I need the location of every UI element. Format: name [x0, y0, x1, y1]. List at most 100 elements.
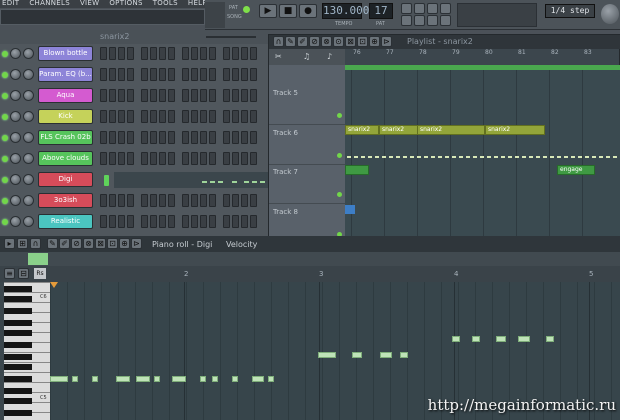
- step-button[interactable]: [118, 152, 125, 165]
- piano-roll-note[interactable]: [496, 336, 506, 342]
- channel-volume-knob[interactable]: [23, 69, 34, 80]
- step-button[interactable]: [109, 131, 116, 144]
- step-button[interactable]: [223, 47, 230, 60]
- channel-mute-led[interactable]: [2, 72, 8, 78]
- step-button[interactable]: [223, 152, 230, 165]
- step-button[interactable]: [141, 47, 148, 60]
- step-button[interactable]: [127, 194, 134, 207]
- step-button[interactable]: [127, 68, 134, 81]
- step-button[interactable]: [150, 47, 157, 60]
- step-button[interactable]: [100, 68, 107, 81]
- step-button[interactable]: [159, 152, 166, 165]
- step-button[interactable]: [118, 68, 125, 81]
- wait-button[interactable]: [414, 3, 425, 14]
- step-button[interactable]: [100, 152, 107, 165]
- pattern-number-display[interactable]: 17: [369, 3, 393, 19]
- step-button[interactable]: [223, 194, 230, 207]
- step-button[interactable]: [232, 89, 239, 102]
- scissors-icon[interactable]: ✂: [275, 52, 282, 61]
- step-button[interactable]: [109, 89, 116, 102]
- step-button[interactable]: [191, 89, 198, 102]
- channel-volume-knob[interactable]: [23, 132, 34, 143]
- black-key[interactable]: [4, 320, 32, 326]
- track-mute-led[interactable]: [337, 113, 342, 118]
- step-button[interactable]: [168, 194, 175, 207]
- step-button[interactable]: [250, 110, 257, 123]
- step-button[interactable]: [159, 89, 166, 102]
- step-button[interactable]: [191, 194, 198, 207]
- step-button[interactable]: [100, 215, 107, 228]
- master-volume-slider[interactable]: [205, 2, 225, 28]
- multilink-button[interactable]: [440, 15, 451, 26]
- step-button[interactable]: [141, 152, 148, 165]
- step-button[interactable]: [182, 194, 189, 207]
- blend-notes-button[interactable]: [414, 15, 425, 26]
- piano-roll-note[interactable]: [452, 336, 460, 342]
- stamp-icon[interactable]: ⊞: [17, 238, 28, 249]
- step-button[interactable]: [250, 89, 257, 102]
- channel-pan-knob[interactable]: [10, 153, 21, 164]
- delete-icon[interactable]: ⊘: [309, 36, 320, 47]
- playlist-track-header[interactable]: Track 6: [269, 125, 345, 165]
- playlist-track-header[interactable]: Track 7: [269, 164, 345, 204]
- step-button[interactable]: [118, 89, 125, 102]
- step-button[interactable]: [150, 215, 157, 228]
- scroll-thumb[interactable]: [28, 253, 48, 265]
- step-button[interactable]: [209, 131, 216, 144]
- pencil-icon[interactable]: ✎: [285, 36, 296, 47]
- channel-button[interactable]: Realistic: [38, 214, 93, 229]
- step-button[interactable]: [168, 110, 175, 123]
- black-key[interactable]: [4, 388, 32, 394]
- step-button[interactable]: [141, 131, 148, 144]
- step-button[interactable]: [100, 194, 107, 207]
- step-button[interactable]: [209, 89, 216, 102]
- step-button[interactable]: [168, 215, 175, 228]
- step-button[interactable]: [241, 47, 248, 60]
- channel-button[interactable]: FLS Crash 02b: [38, 130, 93, 145]
- track-mute-led[interactable]: [337, 153, 342, 158]
- step-button[interactable]: [200, 194, 207, 207]
- step-button[interactable]: [200, 131, 207, 144]
- piano-roll-note[interactable]: [472, 336, 480, 342]
- piano-roll-note[interactable]: [50, 376, 68, 382]
- black-key[interactable]: [4, 330, 32, 336]
- step-button[interactable]: [241, 194, 248, 207]
- step-button[interactable]: [241, 215, 248, 228]
- piano-keyboard[interactable]: C6 C5: [4, 282, 50, 420]
- piano-roll-note[interactable]: [154, 376, 160, 382]
- step-button[interactable]: [232, 215, 239, 228]
- step-button[interactable]: [100, 110, 107, 123]
- step-button[interactable]: [241, 110, 248, 123]
- channel-mute-led[interactable]: [2, 135, 8, 141]
- channel-mute-led[interactable]: [2, 198, 8, 204]
- step-button[interactable]: [109, 152, 116, 165]
- step-button[interactable]: [168, 89, 175, 102]
- paint-brush-icon[interactable]: ✐: [59, 238, 70, 249]
- black-key[interactable]: [4, 308, 32, 314]
- step-button[interactable]: [200, 110, 207, 123]
- step-button[interactable]: [118, 215, 125, 228]
- time-selection-bar[interactable]: [345, 65, 620, 70]
- pattern-clip[interactable]: [345, 165, 369, 175]
- piano-roll-note[interactable]: [212, 376, 218, 382]
- step-button[interactable]: [182, 89, 189, 102]
- step-button[interactable]: [118, 131, 125, 144]
- step-button[interactable]: [241, 89, 248, 102]
- piano-roll-note[interactable]: [200, 376, 206, 382]
- step-button[interactable]: [232, 47, 239, 60]
- step-button[interactable]: [168, 131, 175, 144]
- step-button[interactable]: [182, 110, 189, 123]
- playlist-grid[interactable]: 76 77 78 79 80 81 82 83 snarix2 snarix2 snarix2 sna…: [345, 49, 620, 237]
- black-key[interactable]: [4, 398, 32, 404]
- step-button[interactable]: [209, 47, 216, 60]
- pat-mode-led[interactable]: [243, 6, 250, 13]
- channel-button[interactable]: 3o3ish: [38, 193, 93, 208]
- channel-mute-led[interactable]: [2, 51, 8, 57]
- audio-picker-icon[interactable]: ♪: [327, 52, 332, 61]
- step-button[interactable]: [150, 194, 157, 207]
- mute-icon[interactable]: ⊗: [321, 36, 332, 47]
- channel-volume-knob[interactable]: [23, 90, 34, 101]
- step-button[interactable]: [109, 215, 116, 228]
- channel-pan-knob[interactable]: [10, 48, 21, 59]
- step-button[interactable]: [118, 47, 125, 60]
